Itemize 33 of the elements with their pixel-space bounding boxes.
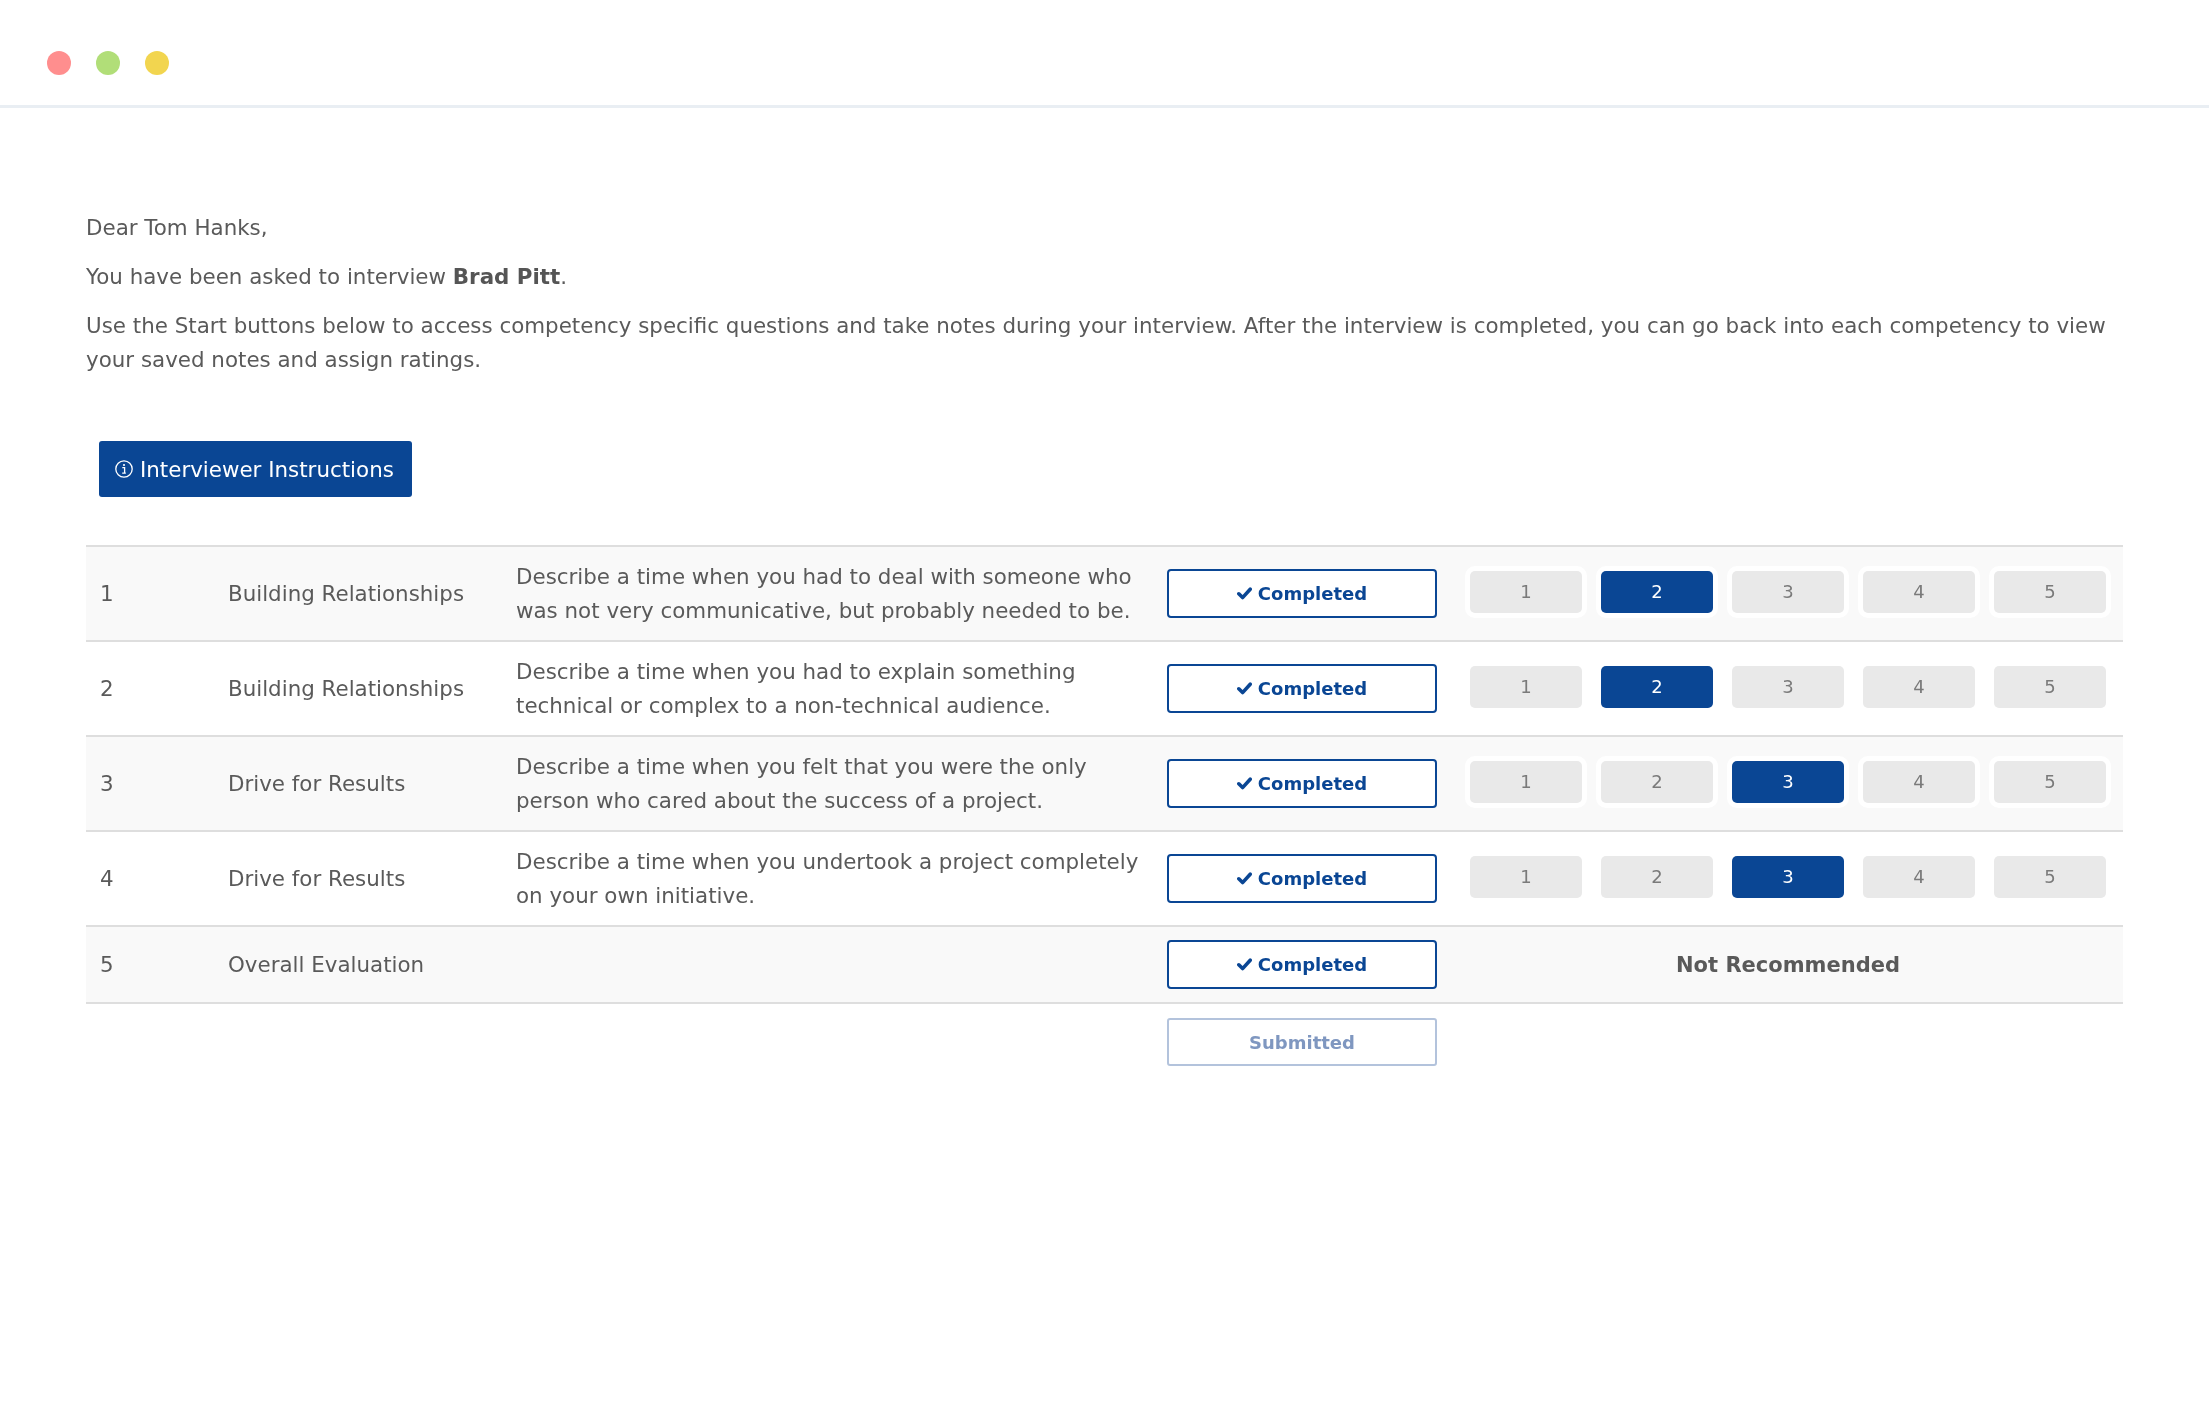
check-icon [1236, 682, 1252, 695]
competency-name: Overall Evaluation [228, 952, 426, 977]
competency-name: Drive for Results [228, 771, 407, 796]
greeting-text: Dear Tom Hanks, [86, 214, 269, 242]
completed-button[interactable]: Completed [1167, 759, 1437, 808]
instructions-button[interactable]: Interviewer Instructions [99, 441, 412, 497]
question-text: Describe a time when you felt that you were the only person who cared about the success of a project. [516, 752, 1088, 815]
completed-button[interactable]: Completed [1167, 664, 1437, 713]
row-number: 5 [99, 952, 115, 977]
question-text: Describe a time when you had to explain something technical or complex to a non-technical audience. [516, 657, 1077, 720]
completed-button[interactable]: Completed [1167, 569, 1437, 618]
row-number: 2 [99, 676, 115, 701]
competency-name: Building Relationships [228, 676, 466, 701]
recommendation-text: Not Recommended [1676, 952, 1900, 977]
row-number: 3 [99, 771, 115, 796]
check-icon [1236, 872, 1252, 885]
window-control-icon[interactable] [96, 51, 120, 75]
competency-name: Drive for Results [228, 866, 407, 891]
check-icon [1236, 587, 1252, 600]
window-control-icon[interactable] [145, 51, 169, 75]
row-number: 1 [99, 581, 115, 606]
row-number: 4 [99, 866, 115, 891]
completed-button[interactable]: Completed [1167, 940, 1437, 989]
completed-button[interactable]: Completed [1167, 854, 1437, 903]
instructions-text: Use the Start buttons below to access competency specific questions and take notes during your interview. After the interview is completed, you can go back into each competency to view your saved notes and assign ratings. [86, 312, 2107, 374]
check-icon [1236, 958, 1252, 971]
question-text: Describe a time when you undertook a project completely on your own initiative. [516, 847, 1140, 910]
competency-name: Building Relationships [228, 581, 466, 606]
assignment-text: You have been asked to interview Brad Pitt. [86, 263, 569, 291]
check-icon [1236, 777, 1252, 790]
window-control-icon[interactable] [47, 51, 71, 75]
info-icon [115, 460, 133, 478]
question-text: Describe a time when you had to deal with someone who was not very communicative, but probably needed to be. [516, 562, 1133, 625]
